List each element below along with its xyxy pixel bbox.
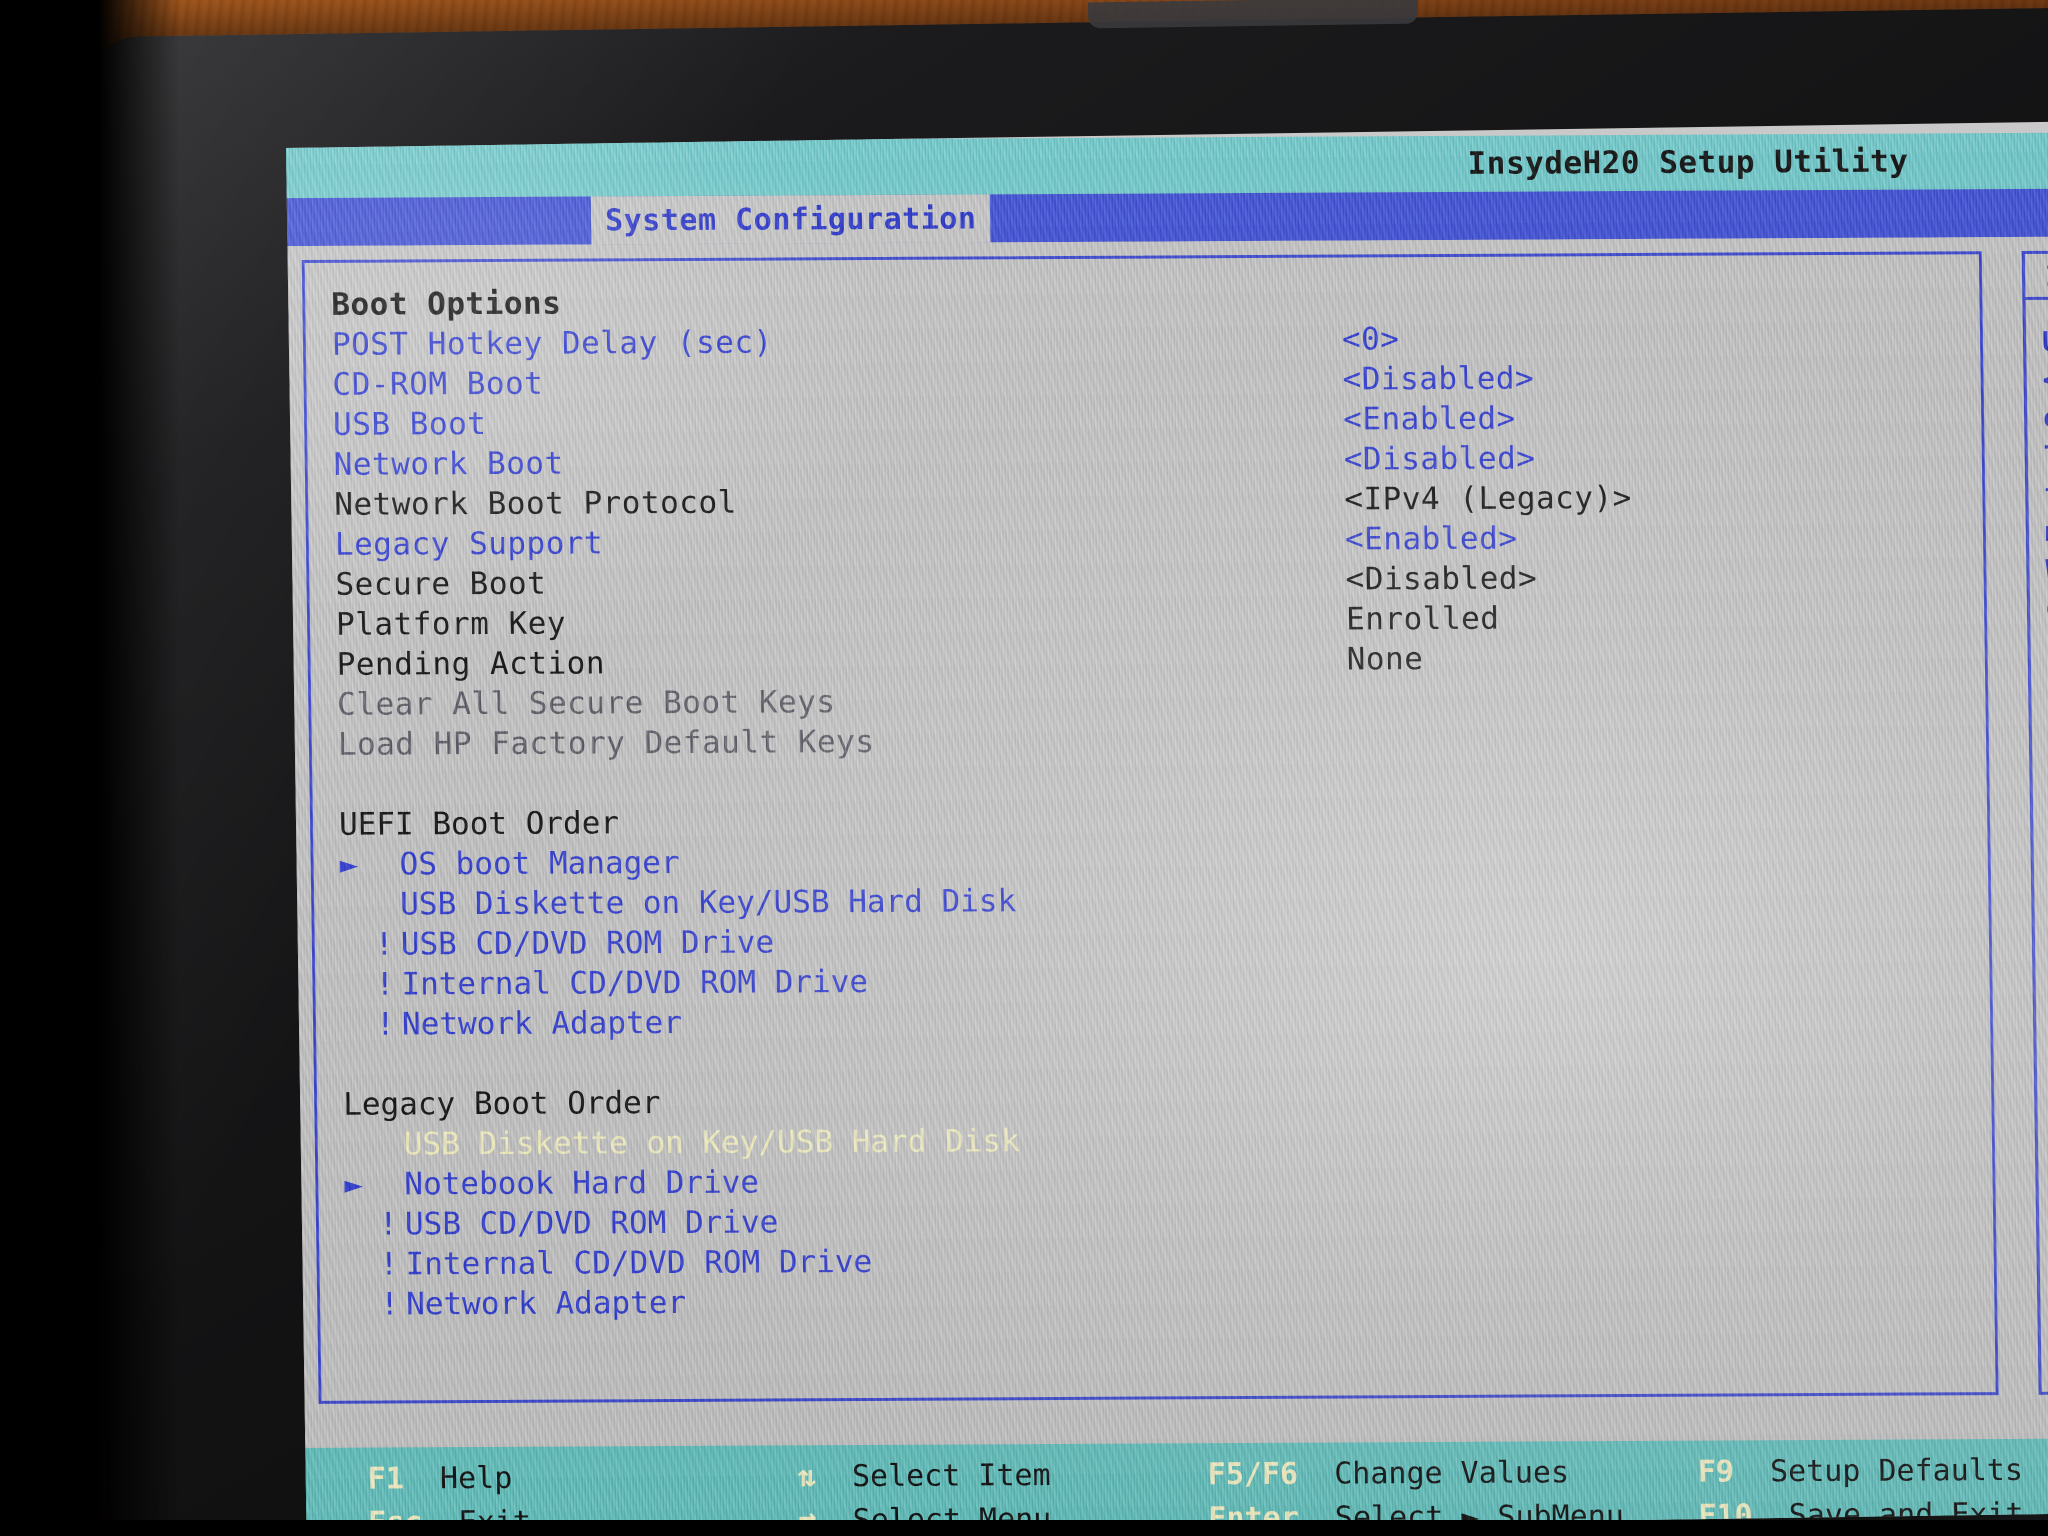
settings-section-heading-label: Boot Options (331, 285, 562, 323)
screenshot-root: InsydeH20 Setup Utility System Configura… (0, 0, 2048, 1536)
boot-item-label: Internal CD/DVD ROM Drive (401, 964, 869, 1003)
help-line-4: the (2044, 478, 2048, 510)
function-key-description: Select Item (851, 1458, 1051, 1495)
help-line-0: Up (2041, 326, 2048, 358)
setting-row-10[interactable]: Load HP Factory Default Keys (338, 716, 1979, 765)
tab-label: System Configuration (604, 200, 977, 238)
bios-body: Boot Options POST Hotkey Delay (sec) <0> CD… (286, 236, 2048, 1448)
function-key-label: F5/F6 (1207, 1456, 1299, 1493)
help-line-1: <F5 (2042, 364, 2048, 396)
function-key-description: Setup Defaults (1769, 1452, 2024, 1490)
setting-label: Clear All Secure Boot Keys (336, 684, 836, 723)
disabled-bang-icon: ! (374, 926, 394, 963)
disabled-bang-icon: ! (375, 966, 395, 1003)
help-line-3: The (2043, 440, 2048, 472)
setting-label: POST Hotkey Delay (sec) (331, 324, 773, 363)
function-key-f9[interactable]: F9 Setup Defaults (1698, 1453, 2024, 1490)
uefi-boot-order-item-4[interactable]: ! Network Adapter (342, 996, 1983, 1045)
laptop-screen: InsydeH20 Setup Utility System Configura… (286, 121, 2048, 1536)
setting-value[interactable]: <IPv4 (Legacy)> (1344, 478, 1632, 520)
setting-label: Load HP Factory Default Keys (337, 723, 875, 763)
boot-item-label: USB CD/DVD ROM Drive (400, 924, 775, 963)
help-line-5: mar (2044, 516, 2048, 548)
function-key-f1[interactable]: F1 Help (367, 1461, 512, 1497)
disabled-bang-icon: ! (379, 1246, 399, 1283)
selection-arrow-icon: ► (344, 1166, 364, 1203)
help-panel-text: Up<F5orThethemarWheordavapri (2025, 298, 2048, 703)
setting-label: Legacy Support (334, 525, 604, 563)
boot-item-label: Notebook Hard Drive (404, 1164, 760, 1203)
setting-value[interactable]: <Disabled> (1345, 559, 1537, 600)
setting-value[interactable]: <Enabled> (1343, 399, 1516, 440)
legacy-boot-order-item-4[interactable]: ! Network Adapter (346, 1276, 1987, 1325)
function-key-description: Help (439, 1460, 513, 1497)
help-panel: I Up<F5orThethemarWheordavapri (2021, 249, 2048, 1395)
help-line-2: or (2042, 402, 2048, 434)
boot-item-label: USB Diskette on Key/USB Hard Disk (399, 883, 1017, 923)
function-key-label: F9 (1697, 1454, 1735, 1490)
bios-screen: InsydeH20 Setup Utility System Configura… (286, 132, 2048, 1536)
function-key-label: F1 (367, 1461, 405, 1497)
laptop-lid-notch (1087, 0, 1419, 29)
selection-arrow-icon: ► (339, 846, 359, 883)
boot-item-label: USB Diskette on Key/USB Hard Disk (403, 1123, 1020, 1163)
setting-label: Secure Boot (335, 565, 547, 603)
setting-label: Network Boot (333, 445, 564, 483)
setting-value[interactable]: Enrolled (1346, 599, 1500, 640)
setting-value[interactable]: <Enabled> (1345, 519, 1518, 560)
setting-label: Platform Key (335, 605, 567, 643)
setting-label: Pending Action (336, 645, 606, 683)
disabled-bang-icon: ! (375, 1006, 395, 1043)
function-key-description: Change Values (1333, 1455, 1570, 1492)
boot-item-label: Network Adapter (401, 1004, 683, 1043)
setting-value[interactable]: <Disabled> (1343, 439, 1535, 480)
settings-panel: Boot Options POST Hotkey Delay (sec) <0> CD… (301, 251, 1999, 1404)
bios-title-text: InsydeH20 Setup Utility (1467, 143, 1909, 182)
boot-item-label: Internal CD/DVD ROM Drive (405, 1243, 873, 1283)
laptop-base-edge (0, 1520, 2048, 1536)
setting-label: Network Boot Protocol (334, 484, 738, 523)
function-key-f5f6[interactable]: F5/F6 Change Values (1208, 1455, 1570, 1492)
tab-system-configuration[interactable]: System Configuration (590, 194, 991, 245)
boot-item-label: USB CD/DVD ROM Drive (404, 1204, 779, 1243)
disabled-bang-icon: ! (378, 1206, 398, 1243)
function-key-label: ⇅ (797, 1459, 817, 1495)
setting-value[interactable]: <Disabled> (1342, 359, 1534, 400)
setting-value[interactable]: <0> (1342, 319, 1400, 359)
help-panel-title: I (2024, 252, 2048, 300)
settings-row-list: Boot Options POST Hotkey Delay (sec) <0> CD… (331, 276, 1986, 1324)
setting-label: CD-ROM Boot (332, 365, 544, 403)
setting-label: USB Boot (332, 406, 487, 443)
boot-item-label: OS boot Manager (399, 844, 680, 883)
setting-value[interactable]: None (1346, 639, 1423, 679)
disabled-bang-icon: ! (379, 1286, 400, 1323)
function-key-[interactable]: ⇅ Select Item (798, 1458, 1051, 1494)
boot-item-label: Network Adapter (405, 1284, 687, 1323)
